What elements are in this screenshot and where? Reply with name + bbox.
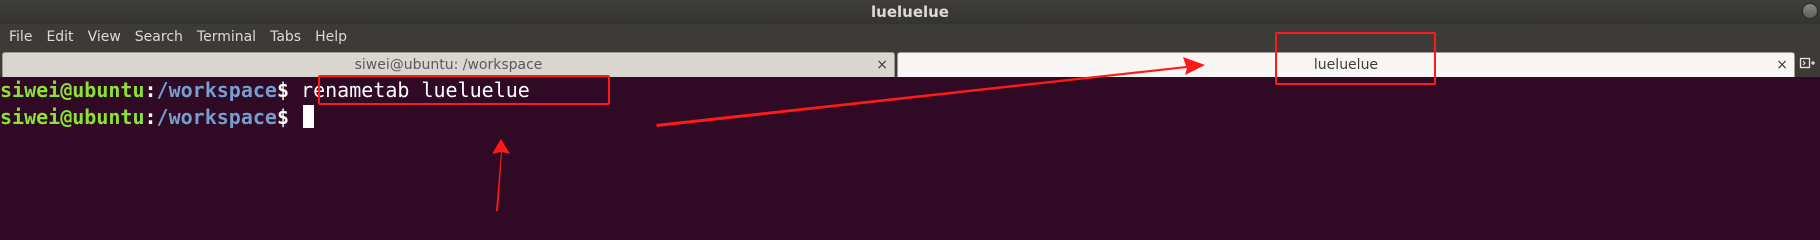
annotation-arrows	[492, 57, 1205, 211]
annotation-arrow-up	[492, 139, 510, 211]
annotation-arrow-to-tab	[656, 57, 1205, 127]
